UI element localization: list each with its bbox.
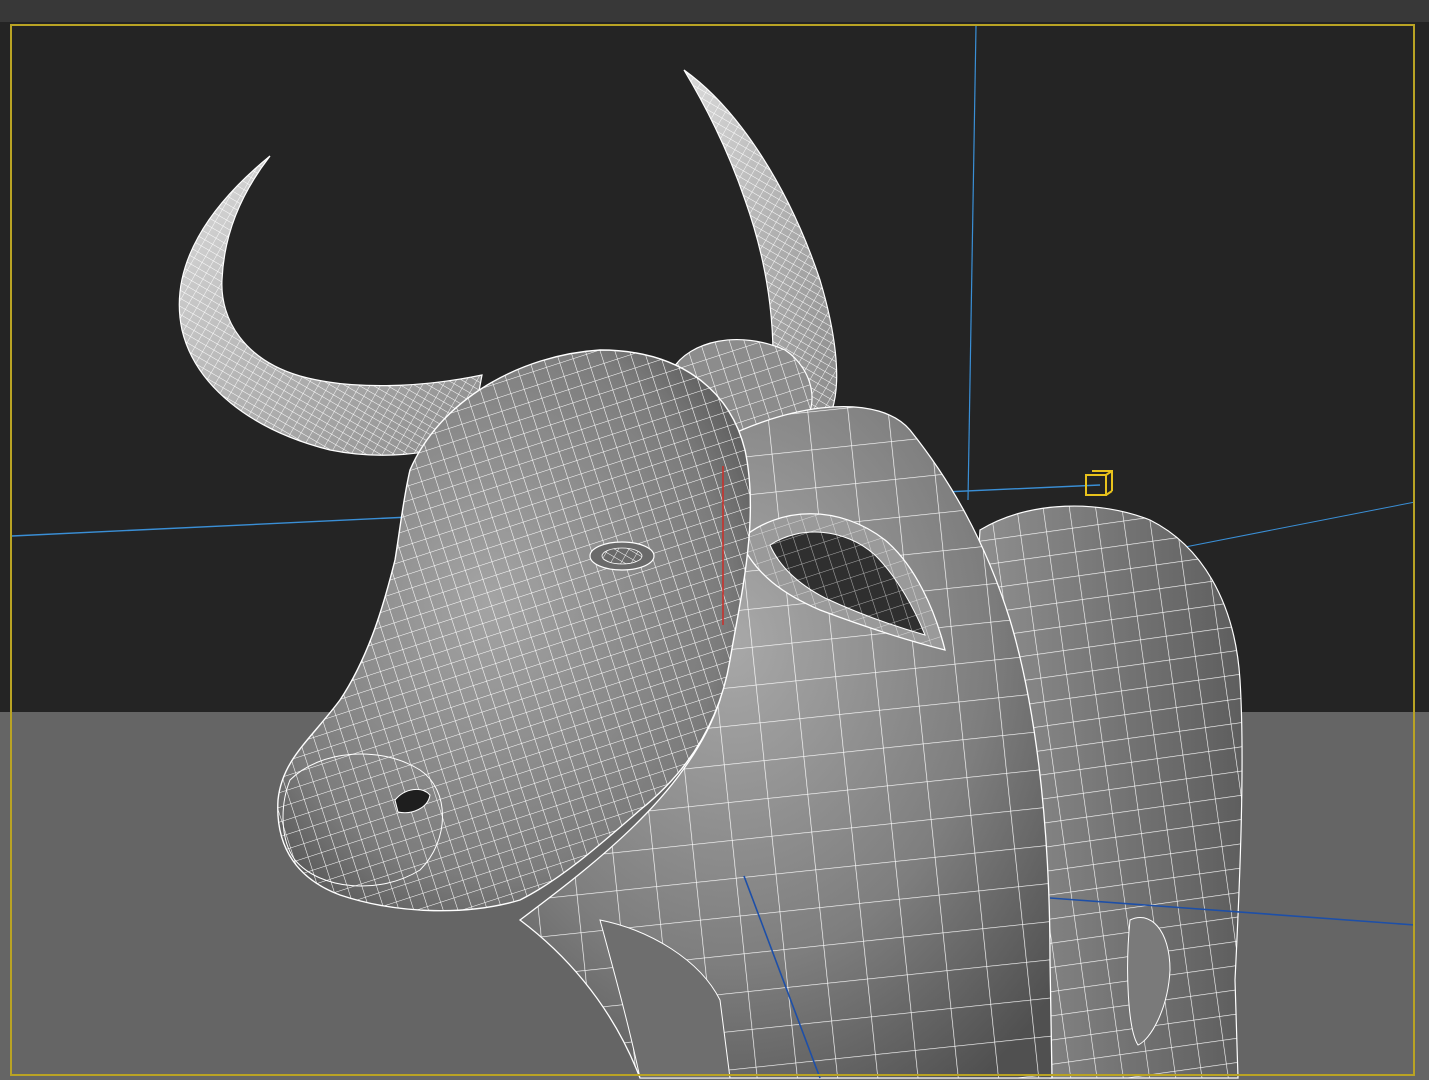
perspective-viewport[interactable]	[0, 22, 1429, 1080]
viewport-canvas[interactable]	[0, 22, 1429, 1080]
viewport-title-bar	[0, 0, 1429, 22]
